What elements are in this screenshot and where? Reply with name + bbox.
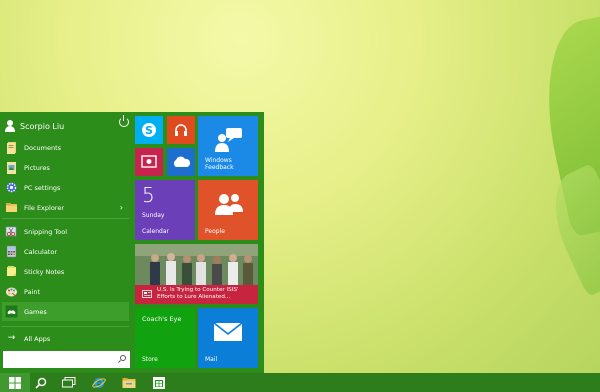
folder-icon [6,203,17,212]
store-icon [153,376,165,389]
menu-item-label: Pictures [24,163,50,172]
coachs-eye-label: Coach's Eye [142,315,182,323]
menu-item-label: Games [24,307,47,316]
menu-item-label: Sticky Notes [24,267,65,276]
calendar-day: 5 [142,183,155,207]
menu-item-documents[interactable]: Documents [2,138,129,157]
menu-item-snipping-tool[interactable]: Snipping Tool [2,222,129,241]
skype-icon: S [142,123,156,137]
calendar-weekday: Sunday [142,212,165,219]
divider [2,326,129,327]
menu-item-pc-settings[interactable]: PC settings [2,178,129,197]
pictures-icon [7,162,16,174]
divider [2,218,129,219]
scissors-icon [5,226,17,237]
task-view-button[interactable] [54,373,84,392]
search-box[interactable] [3,351,130,373]
tile-people[interactable]: People [198,180,258,240]
news-photo [135,244,258,285]
menu-item-pictures[interactable]: Pictures [2,158,129,177]
user-name: Scorpio Liu [20,121,65,131]
menu-item-label: Documents [24,143,62,152]
tile-store[interactable]: Coach's Eye Store [135,308,195,368]
power-icon[interactable] [119,115,129,127]
menu-item-sticky-notes[interactable]: Sticky Notes [2,262,129,281]
wallpaper-leaf-small [537,162,600,298]
tile-label: People [205,228,225,235]
tile-music[interactable] [167,116,195,144]
cloud-icon [173,156,191,167]
tile-skype[interactable]: S [135,116,163,144]
taskbar-search-button[interactable] [26,373,56,392]
menu-item-paint[interactable]: Paint [2,282,129,301]
mail-icon [213,322,243,341]
search-input[interactable] [3,355,113,373]
video-icon [141,155,157,168]
tile-windows-feedback[interactable]: Windows Feedback [198,116,258,176]
tile-label: Windows Feedback [205,157,234,171]
svg-text:S: S [145,124,153,137]
search-icon [35,377,47,389]
windows-logo-icon [9,376,21,389]
taskbar [0,373,600,392]
menu-item-calculator[interactable]: Calculator [2,242,129,261]
arrow-right-icon: → [7,333,16,343]
tile-label: Mail [205,356,218,363]
tile-label: Store [142,356,158,363]
store-button[interactable] [144,373,174,392]
documents-icon [7,142,16,154]
user-icon [4,120,16,132]
menu-item-label: Paint [24,287,41,296]
chevron-right-icon[interactable]: › [120,203,123,212]
user-account[interactable]: Scorpio Liu [2,116,129,136]
menu-item-label: PC settings [24,183,61,192]
start-menu: Scorpio Liu Documents Pictures PC settin… [0,112,264,373]
tile-news[interactable]: U.S. Is Trying to Counter ISIS' Efforts … [135,244,258,304]
file-explorer-button[interactable] [114,373,144,392]
palette-icon [6,287,18,298]
tile-onedrive[interactable] [167,148,195,176]
internet-explorer-icon [92,377,106,388]
menu-item-label: Snipping Tool [24,227,68,236]
headphones-icon [175,124,187,136]
sticky-note-icon [7,266,16,276]
search-icon[interactable] [120,355,126,361]
news-headline: U.S. Is Trying to Counter ISIS' Efforts … [157,287,239,300]
gear-icon [6,182,17,193]
tile-label: Calendar [142,228,169,235]
menu-item-file-explorer[interactable]: File Explorer › [2,198,129,217]
news-icon [142,290,152,298]
menu-item-label: Calculator [24,247,58,256]
task-view-icon [62,377,76,388]
file-explorer-icon [122,377,136,388]
tile-mail[interactable]: Mail [198,308,258,368]
menu-item-games[interactable]: Games [2,302,129,321]
start-menu-left-column: Scorpio Liu Documents Pictures PC settin… [0,112,131,373]
people-icon [215,194,243,215]
internet-explorer-button[interactable] [84,373,114,392]
all-apps-button[interactable]: → All Apps [2,329,129,348]
tile-calendar[interactable]: 5 Sunday Calendar [135,180,195,240]
menu-item-label: File Explorer [24,203,65,212]
feedback-icon [215,128,242,152]
game-controller-icon [5,305,18,318]
calculator-icon [6,245,17,258]
tile-video[interactable] [135,148,163,176]
all-apps-label: All Apps [24,334,51,343]
